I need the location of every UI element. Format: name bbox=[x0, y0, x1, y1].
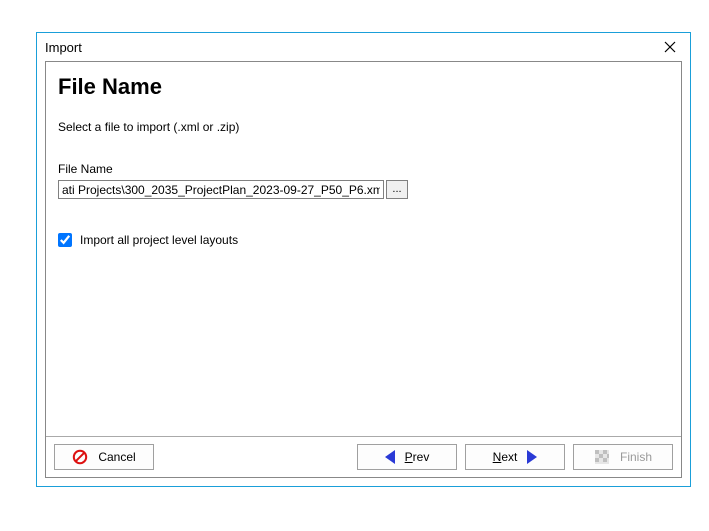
window-title: Import bbox=[45, 40, 658, 55]
finish-button[interactable]: Finish bbox=[573, 444, 673, 470]
file-name-label: File Name bbox=[58, 162, 669, 176]
wizard-page: File Name Select a file to import (.xml … bbox=[46, 62, 681, 436]
close-icon bbox=[663, 40, 677, 54]
arrow-right-icon bbox=[527, 450, 537, 464]
cancel-button-label: Cancel bbox=[98, 450, 135, 464]
wizard-button-bar: Cancel Prev Next bbox=[46, 436, 681, 477]
cancel-icon bbox=[72, 449, 88, 465]
finish-flag-icon bbox=[594, 449, 610, 465]
window-close-button[interactable] bbox=[658, 35, 682, 59]
prev-button-label: Prev bbox=[405, 450, 430, 464]
import-layouts-checkbox[interactable] bbox=[58, 233, 72, 247]
titlebar: Import bbox=[37, 33, 690, 61]
finish-button-label: Finish bbox=[620, 450, 652, 464]
import-layouts-row[interactable]: Import all project level layouts bbox=[58, 233, 669, 247]
file-name-row: ... bbox=[58, 180, 669, 199]
import-layouts-label: Import all project level layouts bbox=[80, 233, 238, 247]
prev-button[interactable]: Prev bbox=[357, 444, 457, 470]
content-frame: File Name Select a file to import (.xml … bbox=[45, 61, 682, 478]
page-instruction: Select a file to import (.xml or .zip) bbox=[58, 120, 669, 134]
file-name-input[interactable] bbox=[58, 180, 384, 199]
next-button-label: Next bbox=[493, 450, 518, 464]
browse-button[interactable]: ... bbox=[386, 180, 408, 199]
next-button[interactable]: Next bbox=[465, 444, 565, 470]
page-heading: File Name bbox=[58, 74, 669, 100]
import-wizard-window: Import File Name Select a file to import… bbox=[36, 32, 691, 487]
cancel-button[interactable]: Cancel bbox=[54, 444, 154, 470]
arrow-left-icon bbox=[385, 450, 395, 464]
